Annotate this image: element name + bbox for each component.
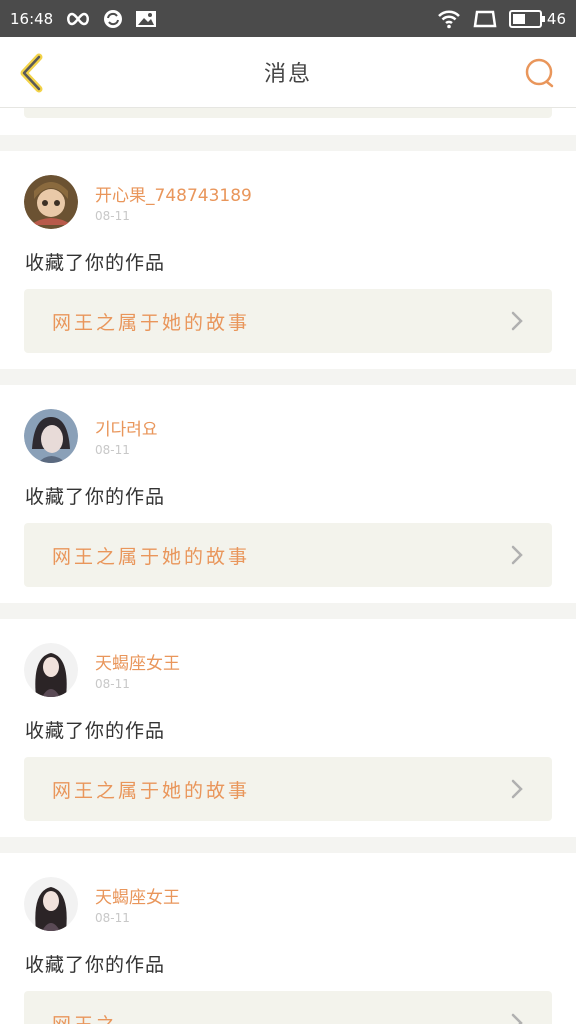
timestamp: 08-11	[95, 677, 130, 691]
work-link[interactable]: 网王之属于她的故事	[24, 523, 552, 587]
sync-icon	[103, 9, 123, 29]
partial-card	[0, 108, 576, 135]
infinity-icon	[65, 12, 91, 26]
list-item: 기다려요 08-11 收藏了你的作品 网王之属于她的故事	[0, 385, 576, 603]
work-link[interactable]: 网王之属于她的故事	[24, 757, 552, 821]
gallery-icon	[135, 10, 157, 28]
action-text: 收藏了你的作品	[25, 252, 166, 274]
message-list[interactable]: 开心果_748743189 08-11 收藏了你的作品 网王之属于她的故事 기다…	[0, 108, 576, 1024]
timestamp: 08-11	[95, 911, 130, 925]
username[interactable]: 天蝎座女王	[95, 649, 180, 674]
work-title: 网王之属于她的故事	[52, 779, 251, 802]
work-link[interactable]: 网王之属于她的故事	[24, 289, 552, 353]
list-item: 天蝎座女王 08-11 收藏了你的作品 网王之属于她的故事	[0, 619, 576, 837]
chevron-right-icon	[510, 1012, 524, 1024]
username[interactable]: 天蝎座女王	[95, 883, 180, 908]
chevron-right-icon	[510, 544, 524, 566]
search-button[interactable]	[522, 55, 558, 91]
username[interactable]: 기다려요	[95, 415, 158, 440]
username[interactable]: 开心果_748743189	[95, 181, 252, 206]
avatar[interactable]	[24, 409, 78, 463]
page-title: 消息	[263, 62, 312, 87]
screen-icon	[473, 10, 497, 28]
timestamp: 08-11	[95, 443, 130, 457]
work-title: 网王之 。	[52, 1010, 149, 1024]
list-item: 天蝎座女王 08-11 收藏了你的作品 网王之 。	[0, 853, 576, 1024]
search-icon	[525, 58, 554, 88]
timestamp: 08-11	[95, 209, 130, 223]
back-button[interactable]	[12, 51, 52, 95]
work-link[interactable]: 网王之 。	[24, 991, 552, 1024]
status-time: 16:48	[10, 9, 54, 28]
avatar[interactable]	[24, 877, 78, 931]
action-text: 收藏了你的作品	[25, 486, 166, 508]
work-title: 网王之属于她的故事	[52, 545, 251, 568]
avatar[interactable]	[24, 643, 78, 697]
status-bar: 16:48 46	[0, 0, 576, 37]
chevron-right-icon	[510, 778, 524, 800]
wifi-icon	[437, 9, 461, 29]
battery-level: 46	[546, 9, 566, 28]
chevron-right-icon	[510, 310, 524, 332]
chevron-left-icon	[20, 53, 43, 93]
work-link[interactable]	[24, 108, 552, 118]
action-text: 收藏了你的作品	[25, 720, 166, 742]
action-text: 收藏了你的作品	[25, 954, 166, 976]
work-title: 网王之属于她的故事	[52, 311, 251, 334]
battery-icon	[508, 9, 545, 28]
avatar[interactable]	[24, 175, 78, 229]
list-item: 开心果_748743189 08-11 收藏了你的作品 网王之属于她的故事	[0, 151, 576, 369]
header-bar: 消息	[0, 37, 576, 108]
